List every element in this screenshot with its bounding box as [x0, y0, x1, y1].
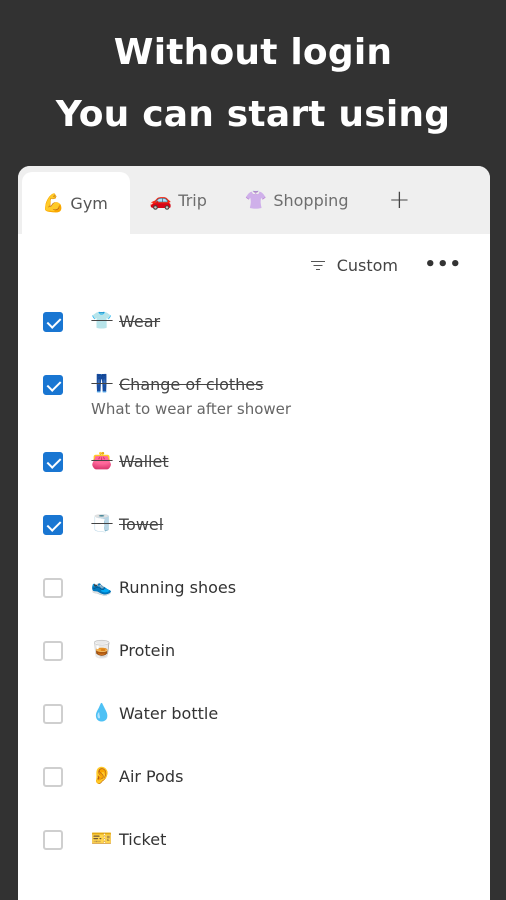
item-checkbox[interactable]: [43, 830, 63, 850]
list-item[interactable]: 🥃 Protein: [18, 629, 490, 692]
ticket-icon: 🎫: [91, 829, 113, 849]
towel-icon: 🧻: [91, 514, 113, 534]
car-icon: 🚗: [149, 189, 173, 211]
item-label[interactable]: 🥃 Protein: [91, 640, 175, 660]
list-item[interactable]: 🧻 Towel: [18, 503, 490, 566]
ear-icon: 👂: [91, 766, 113, 786]
list-item[interactable]: 💧 Water bottle: [18, 692, 490, 755]
item-text: Air Pods: [119, 766, 184, 786]
checklist-card: 💪 Gym 🚗 Trip 👚 Shopping + Custom ••• 👕 W…: [18, 166, 490, 900]
item-checkbox[interactable]: [43, 704, 63, 724]
item-label[interactable]: 👕 Wear: [91, 311, 160, 331]
item-note: What to wear after shower: [91, 400, 292, 418]
list-item[interactable]: 👟 Running shoes: [18, 566, 490, 629]
item-checkbox[interactable]: [43, 375, 63, 395]
headline-line-1: Without login: [113, 32, 393, 73]
item-text: Wallet: [119, 451, 169, 471]
item-text: Water bottle: [119, 703, 219, 723]
item-checkbox[interactable]: [43, 452, 63, 472]
item-label[interactable]: 👟 Running shoes: [91, 577, 236, 597]
item-label[interactable]: 👛 Wallet: [91, 451, 169, 471]
flexed-bicep-icon: 💪: [42, 192, 65, 214]
tab-gym[interactable]: 💪 Gym: [22, 172, 130, 234]
purse-icon: 👛: [91, 451, 113, 471]
item-label[interactable]: 💧 Water bottle: [91, 703, 218, 723]
item-label[interactable]: 👖 Change of clothes: [91, 374, 291, 394]
item-text: Protein: [119, 640, 176, 660]
item-checkbox[interactable]: [43, 767, 63, 787]
promo-headline: Without login You can start using: [0, 22, 506, 146]
shirt-icon: 👕: [91, 311, 113, 331]
item-label[interactable]: 👂 Air Pods: [91, 766, 183, 786]
tab-label: Shopping: [273, 190, 349, 210]
item-label[interactable]: 🧻 Towel: [91, 514, 163, 534]
sort-button[interactable]: Custom: [310, 256, 398, 275]
sort-icon: [310, 260, 325, 272]
item-text: Change of clothes: [119, 374, 264, 394]
add-tab-button[interactable]: +: [366, 166, 432, 234]
item-text: Running shoes: [119, 577, 237, 597]
list-item[interactable]: 👕 Wear: [18, 300, 490, 363]
sort-label: Custom: [336, 256, 398, 275]
glass-icon: 🥃: [91, 640, 113, 660]
headline-line-2: You can start using: [55, 94, 451, 135]
item-text: Towel: [119, 514, 164, 534]
checklist: 👕 Wear 👖 Change of clothes What to wear …: [18, 300, 490, 881]
running-shoe-icon: 👟: [91, 577, 113, 597]
more-options-icon[interactable]: •••: [424, 254, 462, 275]
item-label[interactable]: 🎫 Ticket: [91, 829, 166, 849]
item-checkbox[interactable]: [43, 641, 63, 661]
list-item[interactable]: 👛 Wallet: [18, 440, 490, 503]
item-text: Wear: [119, 311, 161, 331]
list-item[interactable]: 👂 Air Pods: [18, 755, 490, 818]
tab-label: Trip: [178, 190, 207, 210]
tab-label: Gym: [70, 193, 108, 213]
droplet-icon: 💧: [91, 703, 113, 723]
item-text: Ticket: [119, 829, 167, 849]
item-checkbox[interactable]: [43, 312, 63, 332]
item-checkbox[interactable]: [43, 578, 63, 598]
list-item[interactable]: 🎫 Ticket: [18, 818, 490, 881]
tab-trip[interactable]: 🚗 Trip: [130, 166, 225, 234]
jeans-icon: 👖: [91, 374, 113, 394]
item-checkbox[interactable]: [43, 515, 63, 535]
list-toolbar: Custom •••: [18, 234, 490, 300]
list-item[interactable]: 👖 Change of clothes What to wear after s…: [18, 363, 490, 440]
blouse-icon: 👚: [244, 189, 268, 211]
tab-bar: 💪 Gym 🚗 Trip 👚 Shopping +: [18, 166, 490, 234]
tab-shopping[interactable]: 👚 Shopping: [225, 166, 367, 234]
